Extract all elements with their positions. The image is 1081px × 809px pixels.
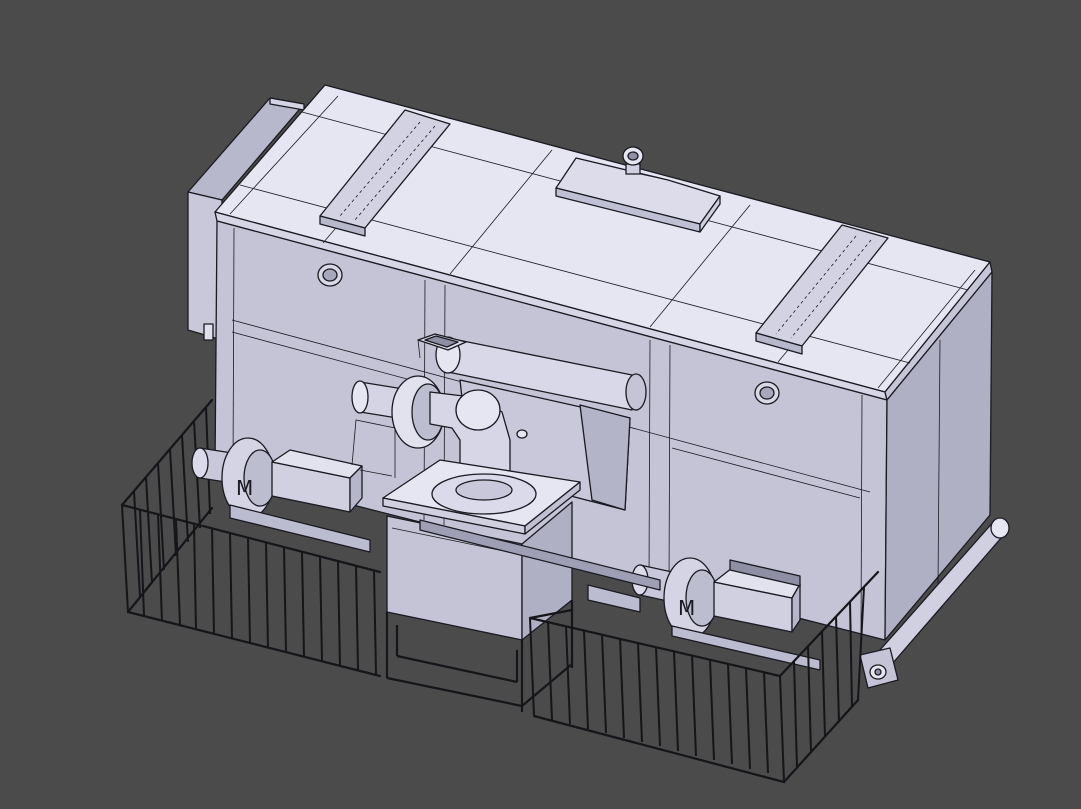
motor-label-glyph: M: [678, 596, 695, 620]
side-latch: [203, 323, 214, 341]
viewport-window-left: [317, 263, 343, 287]
motor-label-glyph: M: [236, 476, 253, 500]
lifting-eye-icon: [622, 146, 644, 175]
cad-viewport: M M: [0, 0, 1081, 809]
cad-model-drawing: M M: [120, 84, 1010, 784]
viewport-window-right: [754, 381, 780, 405]
